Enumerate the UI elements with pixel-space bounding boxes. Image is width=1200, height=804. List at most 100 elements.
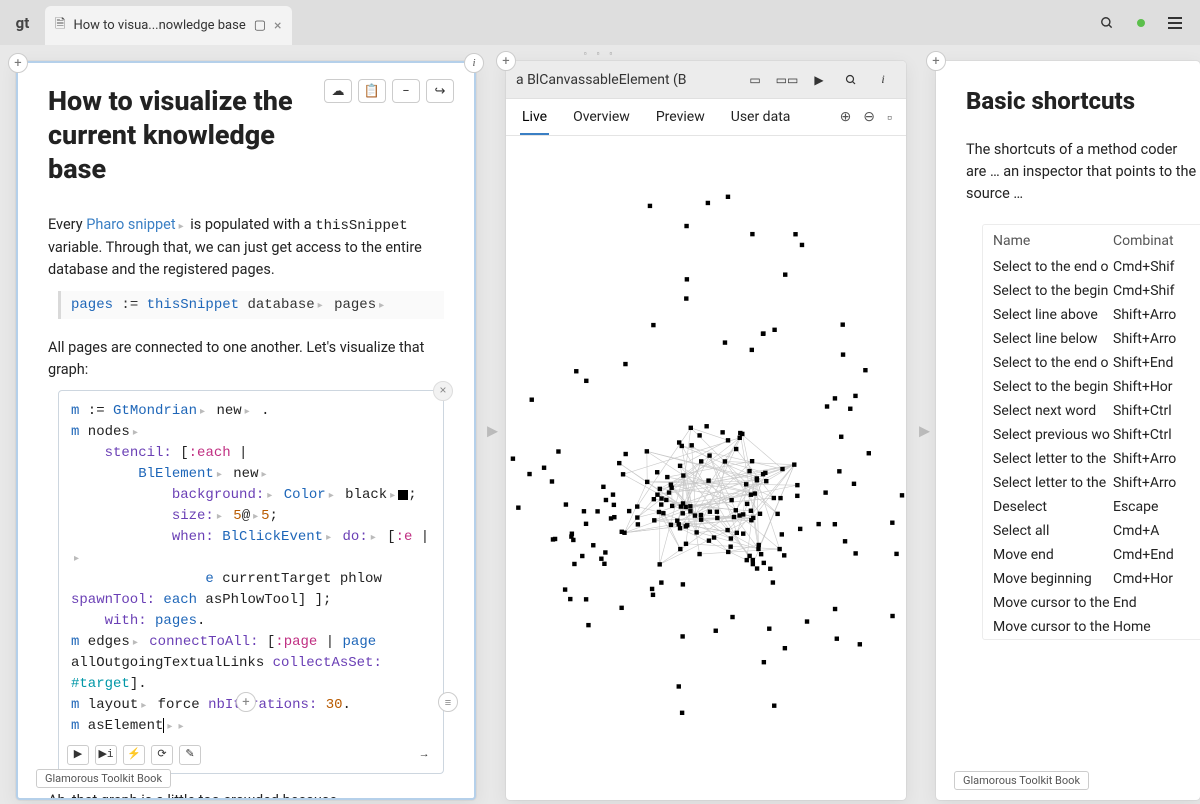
code-card[interactable]: × m := GtMondrian▸ new▸ . m nodes▸ stenc… [58, 390, 444, 774]
table-row[interactable]: Select letter to theShift+Arro [983, 471, 1200, 495]
remove-button[interactable]: − [392, 79, 420, 103]
tab-overview[interactable]: Overview [571, 99, 632, 135]
tab-preview[interactable]: Preview [654, 99, 707, 135]
shortcuts-pane: + Basic shortcuts The shortcuts of a met… [936, 61, 1200, 800]
chevron-right-icon[interactable]: ▸ [487, 418, 498, 443]
add-pane-button[interactable]: + [8, 53, 28, 73]
workspace: + i ▸ ☁ 📋 − ↪ How to visualize the curre… [0, 61, 1200, 800]
shortcut-combo: Escape [1113, 499, 1200, 515]
table-row[interactable]: Select allCmd+A [983, 519, 1200, 543]
graph-canvas[interactable] [506, 136, 906, 800]
table-row[interactable]: DeselectEscape [983, 495, 1200, 519]
table-row[interactable]: Select to the beginShift+Hor [983, 375, 1200, 399]
table-row[interactable]: Select to the end oCmd+Shif [983, 255, 1200, 279]
search-icon[interactable] [1090, 0, 1124, 45]
shortcut-combo: Shift+Arro [1113, 307, 1200, 323]
thissnippet-code: thisSnippet [315, 218, 407, 234]
fit-icon[interactable]: ▫ [887, 109, 892, 126]
table-row[interactable]: Select to the end oShift+End [983, 351, 1200, 375]
shortcut-combo: Cmd+Hor [1113, 571, 1200, 587]
add-pane-button[interactable]: + [926, 51, 946, 71]
shortcut-combo: Shift+Arro [1113, 475, 1200, 491]
pane-info-button[interactable]: i [464, 53, 484, 73]
notebook-pane: + i ▸ ☁ 📋 − ↪ How to visualize the curre… [16, 61, 476, 800]
shortcut-name: Move beginning [993, 571, 1113, 587]
chevron-right-icon[interactable]: ▸ [919, 418, 930, 443]
shortcut-name: Select line below [993, 331, 1113, 347]
shortcut-combo: Shift+Arro [1113, 451, 1200, 467]
pharo-snippet-link[interactable]: Pharo snippet [86, 216, 175, 233]
maximize-icon[interactable]: ▢ [254, 18, 266, 33]
detach-button[interactable]: ▭ [742, 69, 768, 91]
cloud-save-button[interactable]: ☁ [324, 79, 352, 103]
shortcut-name: Select next word [993, 403, 1113, 419]
table-row[interactable]: Select to the beginCmd+Shif [983, 279, 1200, 303]
window-tab[interactable]: 🗎 How to visua...nowledge base ▢ × [45, 6, 292, 45]
add-snippet-button[interactable]: + [236, 692, 256, 712]
share-button[interactable]: ↪ [426, 79, 454, 103]
tab-user-data[interactable]: User data [729, 99, 793, 135]
shortcut-combo: Shift+Hor [1113, 379, 1200, 395]
book-button[interactable]: ▭▭ [774, 69, 800, 91]
shortcut-combo: End [1113, 595, 1200, 611]
refresh-button[interactable]: ⟳ [151, 745, 173, 765]
close-snippet-button[interactable]: × [433, 381, 453, 401]
tab-title: How to visua...nowledge base [73, 18, 245, 33]
close-icon[interactable]: × [274, 18, 281, 34]
shortcut-name: Select to the begin [993, 283, 1113, 299]
table-row[interactable]: Move endCmd+End [983, 543, 1200, 567]
shortcut-name: Select to the end o [993, 355, 1113, 371]
shortcut-combo: Home [1113, 619, 1200, 635]
shortcuts-table: Name Combinat Select to the end oCmd+Shi… [982, 224, 1200, 640]
shortcut-combo: Shift+Arro [1113, 331, 1200, 347]
shortcuts-intro: The shortcuts of a method coder are … an… [966, 139, 1200, 204]
shortcut-name: Select previous wo [993, 427, 1113, 443]
hamburger-menu-icon[interactable] [1158, 0, 1192, 45]
col-header-name[interactable]: Name [993, 233, 1113, 249]
table-row[interactable]: Select line aboveShift+Arro [983, 303, 1200, 327]
shortcut-combo: Shift+Ctrl [1113, 403, 1200, 419]
zoom-out-icon[interactable]: ⊖ [863, 109, 875, 125]
footer-breadcrumb[interactable]: Glamorous Toolkit Book [954, 771, 1089, 790]
bolt-button[interactable]: ⚡ [123, 745, 145, 765]
table-row[interactable]: Select letter to theShift+Arro [983, 447, 1200, 471]
shortcut-name: Select line above [993, 307, 1113, 323]
table-row[interactable]: Select next wordShift+Ctrl [983, 399, 1200, 423]
inspector-header: a BlCanvassableElement (B ▭ ▭▭ ▶ i [506, 61, 906, 99]
tab-live[interactable]: Live [520, 99, 549, 135]
col-header-combo[interactable]: Combinat [1113, 233, 1200, 249]
app-logo[interactable]: gt [0, 0, 45, 45]
snippet-menu-button[interactable]: ≡ [438, 692, 458, 712]
shortcut-name: Select all [993, 523, 1113, 539]
shortcut-name: Move cursor to the [993, 595, 1113, 611]
top-bar: gt 🗎 How to visua...nowledge base ▢ × [0, 0, 1200, 45]
table-row[interactable]: Select line belowShift+Arro [983, 327, 1200, 351]
pencil-button[interactable]: ✎ [179, 745, 201, 765]
shortcut-combo: Shift+Ctrl [1113, 427, 1200, 443]
shortcut-combo: Cmd+A [1113, 523, 1200, 539]
arrow-right-button[interactable]: → [413, 745, 435, 765]
pane-pager-dots: ▫ ▫ ▫ [0, 45, 1200, 61]
add-pane-button[interactable]: + [496, 51, 516, 71]
table-row[interactable]: Move cursor to theEnd [983, 591, 1200, 615]
para-graph-intro: All pages are connected to one another. … [48, 337, 444, 381]
shortcut-combo: Cmd+Shif [1113, 283, 1200, 299]
shortcut-name: Deselect [993, 499, 1113, 515]
table-row[interactable]: Move cursor to theHome [983, 615, 1200, 639]
info-button[interactable]: i [870, 69, 896, 91]
table-row[interactable]: Select previous woShift+Ctrl [983, 423, 1200, 447]
table-row[interactable]: Move beginningCmd+Hor [983, 567, 1200, 591]
play-button[interactable]: ▶ [806, 69, 832, 91]
clipboard-button[interactable]: 📋 [358, 79, 386, 103]
zoom-in-icon[interactable]: ⊕ [840, 109, 852, 125]
shortcut-combo: Cmd+Shif [1113, 259, 1200, 275]
shortcut-combo: Cmd+End [1113, 547, 1200, 563]
play-button[interactable]: ▶ [67, 745, 89, 765]
play-inspect-button[interactable]: ▶i [95, 745, 117, 765]
footer-breadcrumb[interactable]: Glamorous Toolkit Book [36, 769, 171, 788]
page-icon: 🗎 [55, 15, 65, 37]
snippet-pages[interactable]: pages := thisSnippet database▸ pages▸ [58, 291, 444, 319]
search-button[interactable] [838, 69, 864, 91]
para-crowded: Ah, that graph is a little too crowded b… [48, 790, 444, 798]
page-toolbar: ☁ 📋 − ↪ [324, 79, 454, 103]
